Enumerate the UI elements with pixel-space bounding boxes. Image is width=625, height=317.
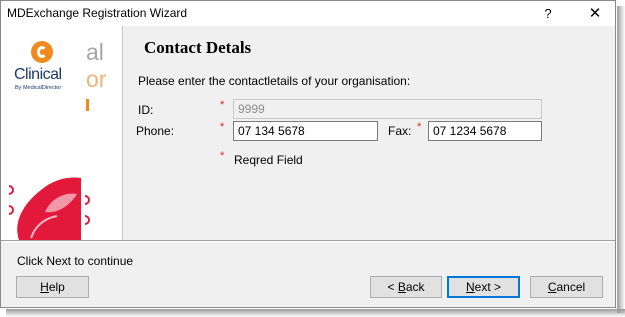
- next-button-label-rest: ext >: [474, 280, 502, 294]
- back-button[interactable]: < Back: [370, 276, 442, 298]
- clinical-logo-icon: [31, 41, 53, 63]
- id-label: ID:: [138, 103, 154, 117]
- required-legend-marker: *: [220, 150, 225, 162]
- phone-label: Phone:: [136, 124, 175, 138]
- next-button[interactable]: Next >: [447, 276, 520, 298]
- footer-separator-highlight: [1, 241, 615, 242]
- branding-panel: Clinical By MedicalDirector al or: [1, 26, 122, 240]
- phone-required-marker: *: [220, 121, 225, 133]
- phone-field[interactable]: 07 134 5678: [233, 121, 378, 141]
- cancel-button-label-rest: ancel: [556, 280, 586, 294]
- status-text: Click Next to continue: [17, 254, 134, 268]
- required-field-note: Reqred Field: [234, 153, 303, 167]
- help-icon[interactable]: ?: [528, 1, 568, 26]
- wizard-window: MDExchange Registration Wizard ? ✕ Clini…: [0, 0, 616, 308]
- wizard-content: Clinical By MedicalDirector al or Contac…: [1, 26, 615, 240]
- decorative-artwork-icon: [8, 177, 90, 240]
- back-button-label-rest: ack: [405, 280, 425, 294]
- window-shadow-right: [617, 6, 625, 313]
- panel-divider: [122, 26, 123, 240]
- back-button-label-prefix: <: [387, 280, 398, 294]
- id-required-marker: *: [220, 99, 225, 111]
- close-icon[interactable]: ✕: [575, 1, 615, 26]
- id-field: 9999: [233, 99, 542, 119]
- title-bar[interactable]: MDExchange Registration Wizard ? ✕: [1, 1, 615, 26]
- accent-bar: [86, 99, 89, 111]
- brand-subtitle: By MedicalDirector: [15, 85, 62, 91]
- banner-text-fragment-top: al: [86, 39, 104, 65]
- page-instruction: Please enter the contactletails of your …: [138, 74, 411, 88]
- fax-required-marker: *: [417, 121, 422, 133]
- fax-label: Fax:: [388, 124, 412, 138]
- help-button[interactable]: Help: [16, 276, 89, 298]
- fax-field[interactable]: 07 1234 5678: [428, 121, 542, 141]
- cancel-button[interactable]: Cancel: [530, 276, 603, 298]
- window-shadow-bottom: [6, 309, 625, 317]
- banner-text-fragment-bottom: or: [86, 66, 107, 92]
- back-button-mnemonic: B: [397, 280, 406, 294]
- page-title: Contact Detals: [144, 38, 252, 57]
- help-button-label-rest: elp: [48, 280, 65, 294]
- window-title: MDExchange Registration Wizard: [7, 6, 188, 20]
- help-button-mnemonic: H: [40, 280, 49, 294]
- next-button-mnemonic: N: [465, 280, 475, 294]
- brand-name: Clinical: [14, 66, 62, 83]
